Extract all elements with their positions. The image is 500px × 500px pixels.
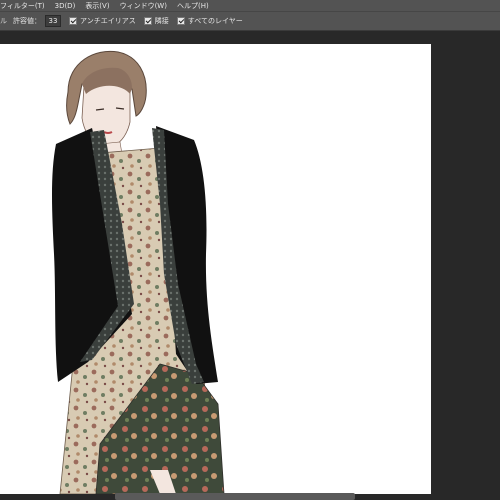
horizontal-scrollbar[interactable] — [115, 493, 355, 500]
fashion-illustration — [52, 50, 225, 494]
all-layers-checkbox[interactable] — [176, 17, 185, 25]
menu-3d[interactable]: 3D(D) — [55, 2, 76, 10]
tolerance-label: 許容値： — [13, 17, 41, 25]
menu-window[interactable]: ウィンドウ(W) — [120, 1, 167, 11]
contiguous-label: 隣接 — [154, 17, 169, 25]
options-bar: ル 許容値： 33 アンチエイリアス 隣接 すべてのレイヤー — [0, 11, 500, 31]
contiguous-checkbox[interactable] — [143, 17, 152, 25]
document-canvas[interactable] — [0, 44, 431, 494]
contiguous-option[interactable]: 隣接 — [143, 16, 169, 26]
tool-mode-fragment[interactable]: ル — [0, 16, 7, 26]
antialias-option[interactable]: アンチエイリアス — [69, 16, 136, 26]
menu-view[interactable]: 表示(V) — [85, 1, 109, 11]
antialias-label: アンチエイリアス — [80, 17, 136, 25]
tolerance-input[interactable]: 33 — [45, 15, 61, 27]
all-layers-option[interactable]: すべてのレイヤー — [176, 16, 243, 26]
menu-help[interactable]: ヘルプ(H) — [177, 1, 209, 11]
antialias-checkbox[interactable] — [69, 17, 77, 25]
menu-bar: フィルター(T) 3D(D) 表示(V) ウィンドウ(W) ヘルプ(H) — [0, 0, 500, 11]
menu-filter[interactable]: フィルター(T) — [0, 1, 45, 11]
all-layers-label: すべてのレイヤー — [187, 17, 243, 25]
